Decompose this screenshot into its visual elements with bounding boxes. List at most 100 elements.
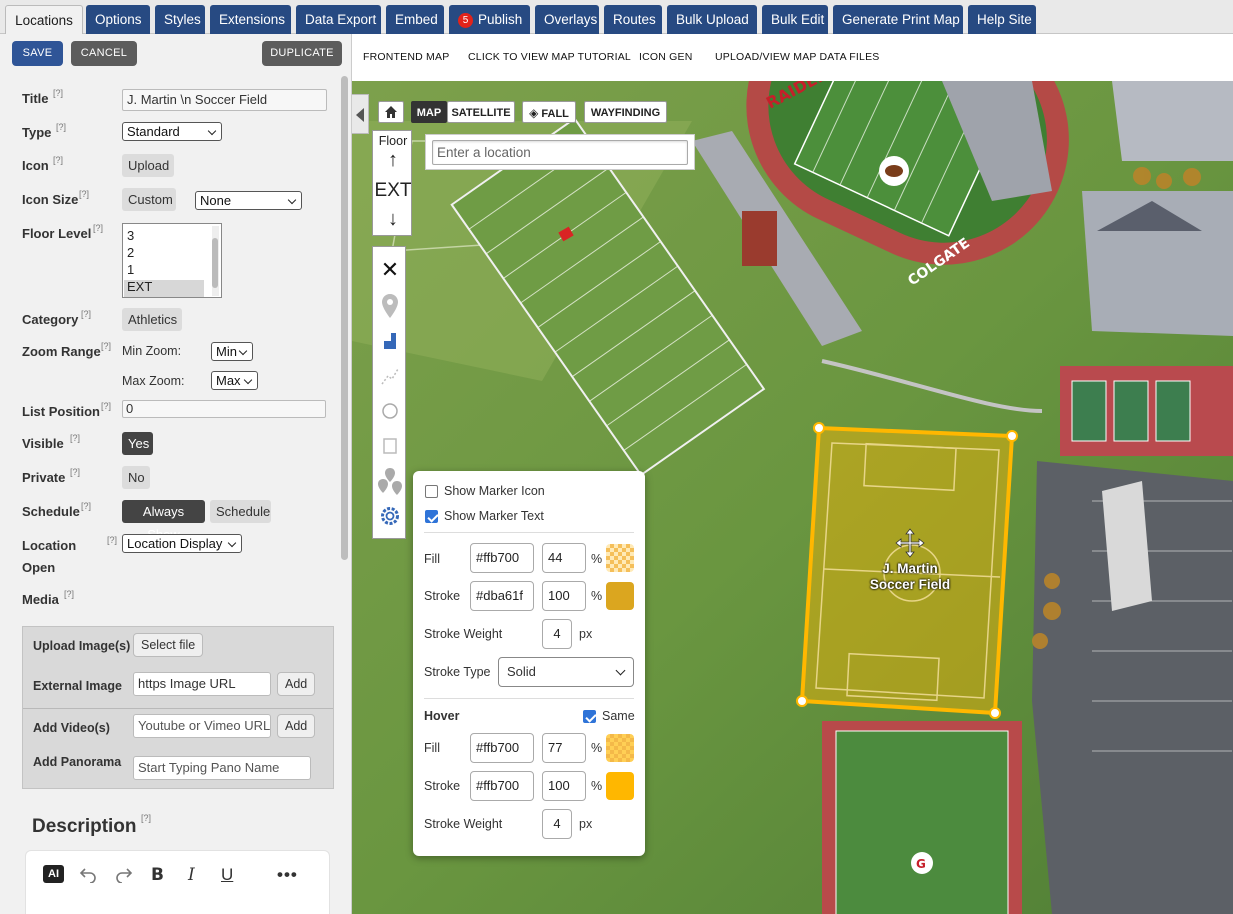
hover-same-checkbox[interactable] [583, 710, 596, 723]
stroke-weight-input[interactable]: 4 [542, 619, 572, 649]
floor-down-arrow-icon[interactable]: ↓ [373, 208, 413, 231]
category-help[interactable]: [?] [81, 309, 91, 319]
tab-routes[interactable]: Routes [604, 5, 662, 34]
fill-opacity-input[interactable]: 44 [542, 543, 586, 573]
add-video-button[interactable]: Add [277, 714, 316, 738]
private-help[interactable]: [?] [70, 467, 80, 477]
list-position-input[interactable]: 0 [122, 400, 326, 418]
duplicate-button[interactable]: DUPLICATE [262, 41, 342, 66]
description-editor[interactable]: AI B I U ••• [25, 850, 330, 914]
external-image-input[interactable]: https Image URL [133, 672, 271, 696]
add-image-button[interactable]: Add [277, 672, 316, 696]
category-button[interactable]: Athletics [122, 308, 182, 331]
icon-upload-button[interactable]: Upload [122, 154, 174, 177]
satellite-view-button[interactable]: SATELLITE [447, 101, 515, 123]
panel-scrollbar[interactable] [341, 76, 348, 560]
stroke-color-input[interactable]: #dba61f [470, 581, 534, 611]
hover-fill-color-input[interactable]: #ffb700 [470, 733, 534, 763]
tab-overlays[interactable]: Overlays [535, 5, 599, 34]
redo-icon[interactable] [115, 865, 133, 888]
tab-styles[interactable]: Styles [155, 5, 205, 34]
hover-stroke-color-input[interactable]: #ffb700 [470, 771, 534, 801]
settings-gear-icon[interactable] [373, 506, 407, 529]
map-view-button[interactable]: MAP [411, 101, 447, 123]
max-zoom-select[interactable]: Max [211, 371, 258, 390]
fill-color-input[interactable]: #ffb700 [470, 543, 534, 573]
icon-size-help[interactable]: [?] [79, 189, 89, 199]
schedule-button[interactable]: Schedule [210, 500, 271, 523]
icon-gen-link[interactable]: ICON GEN [639, 51, 693, 63]
tab-locations[interactable]: Locations [5, 5, 83, 34]
floor-level-listbox[interactable]: 3 2 1 EXT [122, 223, 222, 298]
frontend-map-link[interactable]: FRONTEND MAP [363, 51, 449, 63]
stroke-opacity-input[interactable]: 100 [542, 581, 586, 611]
location-search-input[interactable]: Enter a location [432, 140, 688, 165]
tab-help-site[interactable]: Help Site [968, 5, 1036, 34]
zoom-range-help[interactable]: [?] [101, 341, 111, 351]
undo-icon[interactable] [79, 865, 97, 888]
hover-stroke-color-swatch[interactable] [606, 772, 634, 800]
panorama-input[interactable]: Start Typing Pano Name [133, 756, 311, 780]
icon-help[interactable]: [?] [53, 155, 63, 165]
tab-data-export[interactable]: Data Export [296, 5, 381, 34]
italic-icon[interactable]: I [188, 865, 195, 885]
video-url-input[interactable]: Youtube or Vimeo URL [133, 714, 271, 738]
title-help[interactable]: [?] [53, 88, 63, 98]
floor-option[interactable]: 2 [127, 245, 134, 260]
fill-color-swatch[interactable] [606, 544, 634, 572]
select-file-button[interactable]: Select file [133, 633, 204, 657]
marker-pin-icon[interactable] [373, 293, 407, 322]
bold-icon[interactable]: B [151, 865, 164, 885]
map-tutorial-link[interactable]: CLICK TO VIEW MAP TUTORIAL [468, 51, 631, 63]
hover-stroke-opacity-input[interactable]: 100 [542, 771, 586, 801]
underline-icon[interactable]: U [221, 865, 233, 885]
home-button[interactable] [378, 101, 404, 123]
type-select[interactable]: Standard [122, 122, 222, 141]
hover-stroke-weight-input[interactable]: 4 [542, 809, 572, 839]
visible-toggle[interactable]: Yes [122, 432, 153, 455]
icon-size-custom-button[interactable]: Custom [122, 188, 176, 211]
floor-option[interactable]: 1 [127, 262, 134, 277]
close-icon[interactable]: ✕ [373, 257, 407, 283]
hover-fill-opacity-input[interactable]: 77 [542, 733, 586, 763]
floor-option[interactable]: 3 [127, 228, 134, 243]
location-open-select[interactable]: Location Display [122, 534, 242, 553]
tab-bulk-edit[interactable]: Bulk Edit [762, 5, 828, 34]
polygon-draw-icon[interactable] [373, 331, 407, 354]
visible-help[interactable]: [?] [70, 433, 80, 443]
floor-list-scroll-thumb[interactable] [212, 238, 218, 288]
show-marker-text-checkbox[interactable] [425, 510, 438, 523]
show-marker-icon-checkbox[interactable] [425, 485, 438, 498]
multi-marker-icon[interactable] [373, 467, 407, 500]
tab-publish[interactable]: 5 Publish [449, 5, 530, 34]
line-draw-icon[interactable] [373, 366, 407, 389]
location-open-help[interactable]: [?] [107, 535, 117, 545]
tab-embed[interactable]: Embed [386, 5, 444, 34]
rectangle-draw-icon[interactable] [373, 437, 407, 458]
title-input[interactable]: J. Martin \n Soccer Field [122, 89, 327, 111]
cancel-button[interactable]: CANCEL [71, 41, 137, 66]
tab-generate-print-map[interactable]: Generate Print Map [833, 5, 963, 34]
tab-bulk-upload[interactable]: Bulk Upload [667, 5, 757, 34]
floor-option-selected[interactable]: EXT [127, 279, 152, 294]
description-help[interactable]: [?] [141, 813, 151, 823]
ai-assist-icon[interactable]: AI [43, 865, 64, 883]
move-cursor-icon[interactable] [894, 527, 926, 559]
tab-extensions[interactable]: Extensions [210, 5, 291, 34]
type-help[interactable]: [?] [56, 122, 66, 132]
layer-button[interactable]: ◈ FALL [522, 101, 576, 123]
stroke-color-swatch[interactable] [606, 582, 634, 610]
min-zoom-select[interactable]: Min [211, 342, 253, 361]
private-toggle[interactable]: No [122, 466, 150, 489]
hover-fill-color-swatch[interactable] [606, 734, 634, 762]
upload-map-data-link[interactable]: UPLOAD/VIEW MAP DATA FILES [715, 51, 880, 63]
media-help[interactable]: [?] [64, 589, 74, 599]
stroke-type-select[interactable]: Solid [498, 657, 634, 687]
list-position-help[interactable]: [?] [101, 401, 111, 411]
icon-size-select[interactable]: None [195, 191, 302, 210]
wayfinding-button[interactable]: WAYFINDING [584, 101, 667, 123]
circle-draw-icon[interactable] [373, 402, 407, 423]
always-show-button[interactable]: Always Show [122, 500, 205, 542]
floor-up-arrow-icon[interactable]: ↑ [373, 149, 413, 172]
schedule-help[interactable]: [?] [81, 501, 91, 511]
